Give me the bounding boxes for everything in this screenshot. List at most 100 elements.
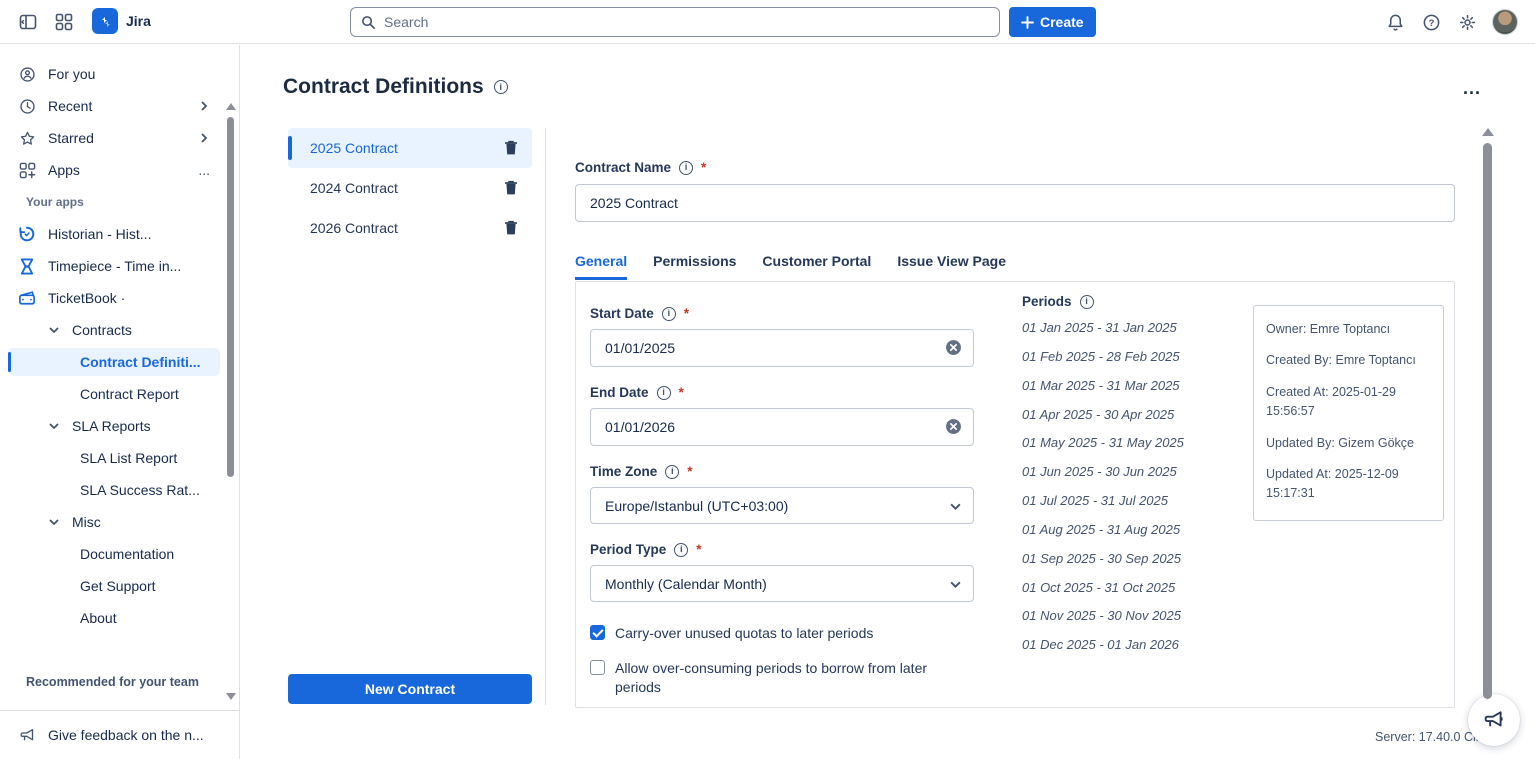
notifications-icon[interactable] (1381, 8, 1409, 36)
sidebar-item-ticketbook[interactable]: TicketBook · (8, 284, 220, 312)
top-navigation-bar: Jira Search Create ? (0, 0, 1535, 44)
carry-over-checkbox-row[interactable]: Carry-over unused quotas to later period… (590, 624, 974, 643)
chevron-down-icon (949, 578, 962, 591)
info-icon[interactable]: i (674, 543, 688, 557)
sidebar-item-about[interactable]: About (8, 604, 220, 632)
sidebar-item-label: Timepiece - Time in... (48, 258, 210, 274)
end-date-label: End Date (590, 385, 649, 400)
settings-gear-icon[interactable] (1453, 8, 1481, 36)
clear-field-icon[interactable] (945, 418, 962, 435)
updated-by-text: Updated By: Gizem Gökçe (1266, 434, 1431, 453)
time-zone-label: Time Zone (590, 464, 657, 479)
info-icon[interactable]: i (662, 307, 676, 321)
tab-general[interactable]: General (575, 253, 627, 280)
checkbox-label: Allow over-consuming periods to borrow f… (615, 659, 960, 697)
delete-trash-icon[interactable] (504, 180, 518, 196)
period-item: 01 May 2025 - 31 May 2025 (1022, 434, 1192, 453)
clock-icon (18, 98, 36, 115)
sidebar-item-starred[interactable]: Starred (8, 124, 220, 152)
time-zone-select[interactable]: Europe/Istanbul (UTC+03:00) (590, 487, 974, 524)
collapse-sidebar-icon[interactable] (14, 8, 42, 36)
period-item: 01 Feb 2025 - 28 Feb 2025 (1022, 348, 1192, 367)
create-button[interactable]: Create (1009, 7, 1096, 37)
start-date-input[interactable] (590, 329, 974, 367)
sidebar-item-contract-report[interactable]: Contract Report (8, 380, 220, 408)
star-icon (18, 130, 36, 147)
chevron-right-icon[interactable] (198, 132, 210, 144)
feedback-floating-button[interactable] (1468, 694, 1520, 746)
contract-list: 2025 Contract 2024 Contract 2026 Contrac… (288, 128, 532, 248)
info-icon[interactable]: i (665, 465, 679, 479)
sidebar-item-for-you[interactable]: For you (8, 60, 220, 88)
tab-bar: General Permissions Customer Portal Issu… (575, 253, 1006, 280)
sidebar-item-label: SLA Success Rat... (80, 482, 210, 498)
new-contract-button[interactable]: New Contract (288, 674, 532, 704)
borrow-checkbox-row[interactable]: Allow over-consuming periods to borrow f… (590, 659, 974, 697)
sidebar-item-get-support[interactable]: Get Support (8, 572, 220, 600)
app-switcher-icon[interactable] (50, 8, 78, 36)
sidebar-item-label: TicketBook · (48, 290, 210, 306)
main-scrollbar[interactable] (1483, 143, 1492, 699)
main-scroll-up-arrow[interactable] (1482, 128, 1494, 136)
sidebar-divider (0, 710, 239, 711)
chevron-down-icon (48, 420, 60, 432)
contract-list-item[interactable]: 2026 Contract (288, 208, 532, 248)
sidebar-item-contracts[interactable]: Contracts (8, 316, 220, 344)
info-icon[interactable]: i (1080, 295, 1094, 309)
svg-text:?: ? (1428, 17, 1434, 28)
tab-permissions[interactable]: Permissions (653, 253, 736, 280)
info-icon[interactable]: i (494, 80, 508, 94)
search-input[interactable]: Search (350, 7, 1000, 37)
chevron-down-icon (949, 500, 962, 513)
more-icon[interactable]: ... (198, 162, 210, 178)
period-type-select[interactable]: Monthly (Calendar Month) (590, 565, 974, 602)
sidebar-scroll-up-arrow[interactable] (226, 103, 236, 110)
sidebar-item-sla-reports[interactable]: SLA Reports (8, 412, 220, 440)
sidebar-item-recent[interactable]: Recent (8, 92, 220, 120)
info-icon[interactable]: i (679, 161, 693, 175)
delete-trash-icon[interactable] (504, 220, 518, 236)
required-asterisk: * (687, 464, 692, 479)
sidebar-item-timepiece[interactable]: Timepiece - Time in... (8, 252, 220, 280)
period-item: 01 Jul 2025 - 31 Jul 2025 (1022, 492, 1192, 511)
sidebar-item-historian[interactable]: Historian - Hist... (8, 220, 220, 248)
sidebar-item-label: Apps (48, 162, 186, 178)
period-item: 01 Sep 2025 - 30 Sep 2025 (1022, 550, 1192, 569)
contract-list-item[interactable]: 2024 Contract (288, 168, 532, 208)
end-date-input[interactable] (590, 408, 974, 446)
sidebar-item-sla-success-rate[interactable]: SLA Success Rat... (8, 476, 220, 504)
contract-name-label: Contract Name (575, 160, 671, 175)
contract-list-item[interactable]: 2025 Contract (288, 128, 532, 168)
contract-metadata-box: Owner: Emre Toptancı Created By: Emre To… (1253, 305, 1444, 521)
user-avatar[interactable] (1492, 9, 1518, 35)
jira-home-link[interactable]: Jira (92, 8, 151, 34)
info-icon[interactable]: i (657, 386, 671, 400)
sidebar-item-documentation[interactable]: Documentation (8, 540, 220, 568)
sidebar-item-sla-list-report[interactable]: SLA List Report (8, 444, 220, 472)
sidebar-scroll-down-arrow[interactable] (226, 693, 236, 700)
contract-name-input[interactable] (575, 184, 1455, 222)
carry-over-checkbox[interactable] (590, 625, 605, 640)
sidebar-navigation: For you Recent Starred Apps ... Your app… (0, 45, 240, 759)
clear-field-icon[interactable] (945, 339, 962, 356)
your-apps-heading: Your apps (26, 195, 84, 209)
checkbox-label: Carry-over unused quotas to later period… (615, 624, 873, 643)
sidebar-item-label: For you (48, 66, 210, 82)
delete-trash-icon[interactable] (504, 140, 518, 156)
page-more-menu[interactable]: ... (1463, 78, 1481, 99)
page-title: Contract Definitions (283, 75, 484, 99)
chevron-right-icon[interactable] (198, 100, 210, 112)
sidebar-scrollbar[interactable] (227, 117, 234, 477)
help-icon[interactable]: ? (1417, 8, 1445, 36)
borrow-checkbox[interactable] (590, 660, 605, 675)
give-feedback-button[interactable]: Give feedback on the n... (8, 721, 220, 749)
tab-customer-portal[interactable]: Customer Portal (762, 253, 871, 280)
sidebar-item-label: SLA Reports (72, 418, 210, 434)
sidebar-item-apps[interactable]: Apps ... (8, 156, 220, 184)
tab-issue-view-page[interactable]: Issue View Page (897, 253, 1006, 280)
general-tab-panel: Start Date i * End Date i * (575, 281, 1455, 708)
recommended-heading: Recommended for your team (26, 675, 199, 689)
sidebar-item-misc[interactable]: Misc (8, 508, 220, 536)
sidebar-item-contract-definitions[interactable]: Contract Definiti... (8, 348, 220, 376)
contract-name: 2025 Contract (310, 140, 504, 156)
